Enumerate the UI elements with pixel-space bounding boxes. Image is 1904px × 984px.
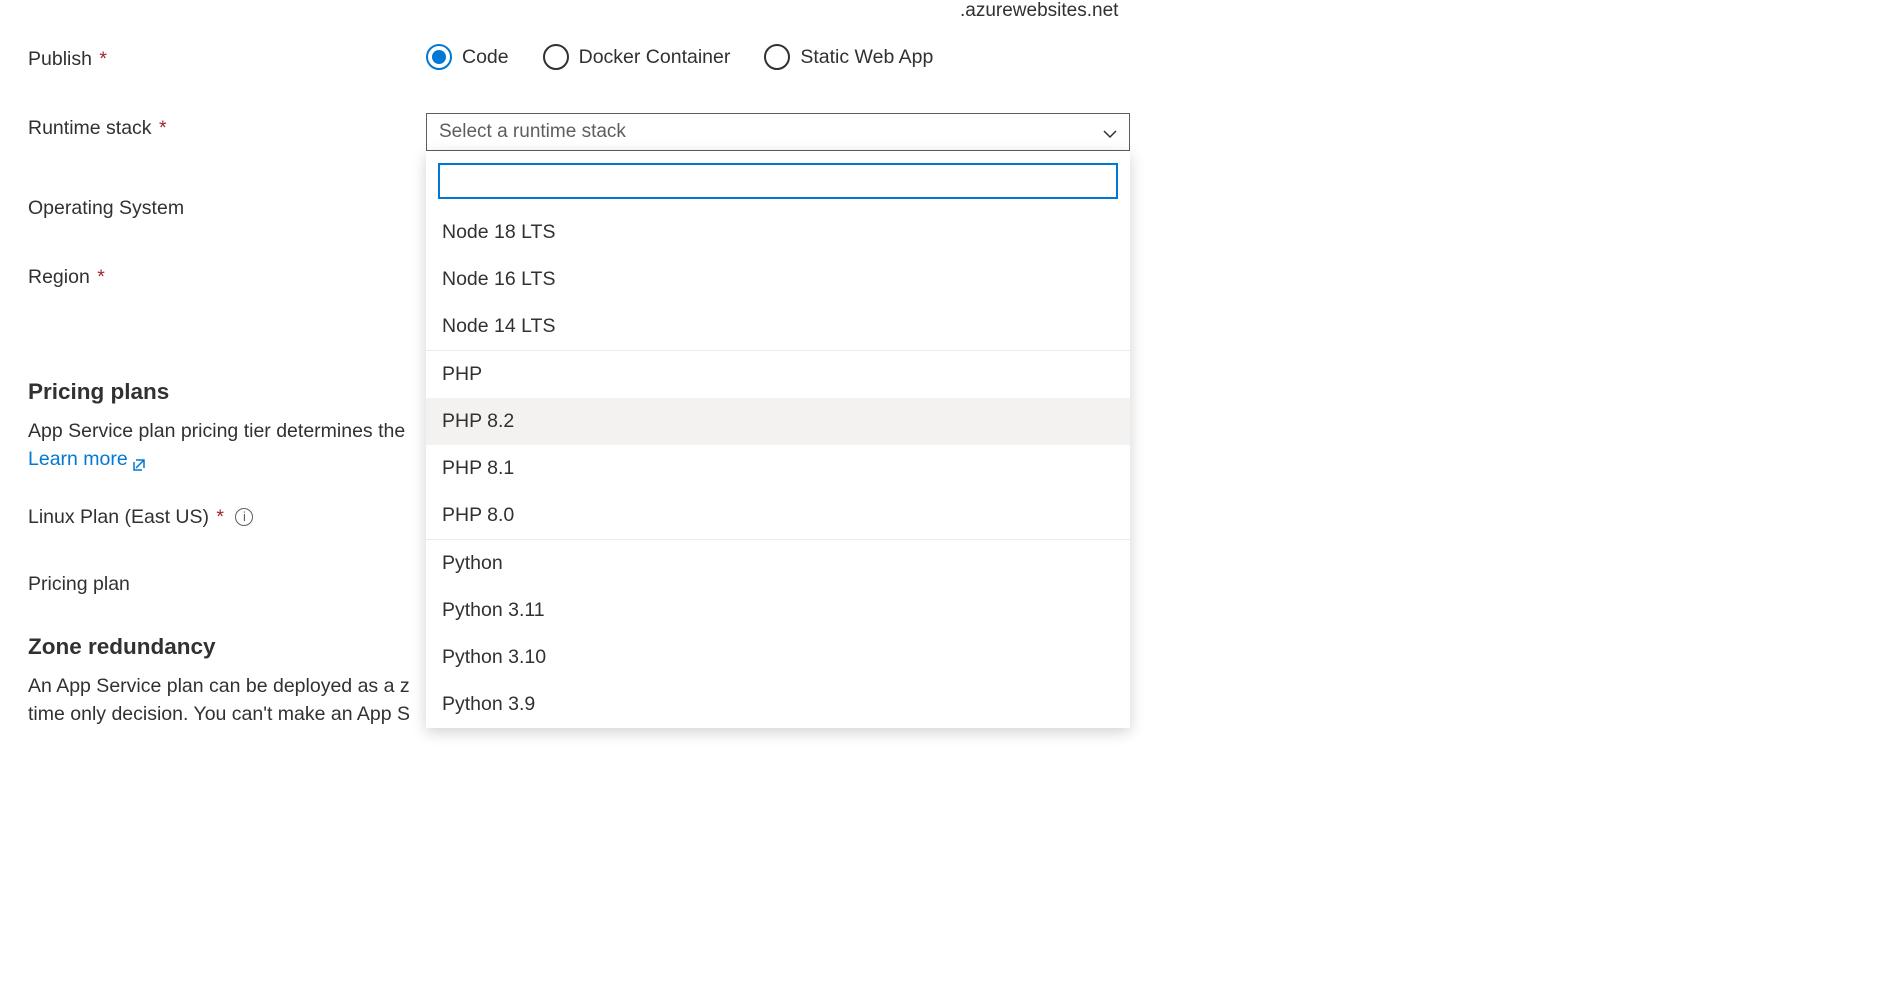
dropdown-option[interactable]: PHP 8.1 [426, 445, 1130, 492]
dropdown-option[interactable]: Node 16 LTS [426, 256, 1130, 303]
required-asterisk: * [97, 266, 105, 288]
required-asterisk: * [216, 506, 224, 528]
info-icon[interactable]: i [235, 508, 253, 526]
dropdown-list: Node 18 LTSNode 16 LTSNode 14 LTSPHPPHP … [426, 209, 1130, 728]
chevron-down-icon [1103, 125, 1117, 139]
radio-icon [426, 44, 452, 70]
runtime-stack-select[interactable]: Select a runtime stack [426, 113, 1130, 151]
dropdown-option[interactable]: Python 3.9 [426, 681, 1130, 728]
select-placeholder: Select a runtime stack [439, 121, 626, 143]
dropdown-option[interactable]: Python 3.11 [426, 587, 1130, 634]
publish-radio-group: Code Docker Container Static Web App [426, 44, 1528, 70]
publish-radio-docker[interactable]: Docker Container [543, 44, 731, 70]
operating-system-label: Operating System [28, 193, 426, 220]
required-asterisk: * [159, 117, 167, 139]
publish-label-text: Publish [28, 48, 92, 70]
pricing-description-text: App Service plan pricing tier determines… [28, 420, 405, 442]
radio-label: Static Web App [800, 46, 933, 69]
dropdown-group-header: Python [426, 539, 1130, 587]
runtime-stack-label: Runtime stack * [28, 113, 426, 140]
radio-label: Code [462, 46, 509, 69]
publish-row: Publish * Code Docker Container Static W… [28, 44, 1528, 71]
dropdown-group-header: PHP [426, 350, 1130, 398]
publish-radio-static[interactable]: Static Web App [764, 44, 933, 70]
dropdown-option[interactable]: Node 14 LTS [426, 303, 1130, 350]
radio-label: Docker Container [579, 46, 731, 69]
radio-icon [764, 44, 790, 70]
external-link-icon [132, 452, 146, 466]
runtime-stack-dropdown: Node 18 LTSNode 16 LTSNode 14 LTSPHPPHP … [426, 151, 1130, 728]
publish-label: Publish * [28, 44, 426, 71]
region-label-text: Region [28, 266, 90, 288]
publish-radio-code[interactable]: Code [426, 44, 509, 70]
domain-suffix: .azurewebsites.net [960, 0, 1118, 22]
dropdown-search-input[interactable] [440, 165, 1116, 197]
linux-plan-label-text: Linux Plan (East US) [28, 506, 209, 528]
region-label: Region * [28, 262, 426, 289]
dropdown-option[interactable]: PHP 8.0 [426, 492, 1130, 539]
pricing-plan-label-text: Pricing plan [28, 573, 130, 595]
learn-more-link[interactable]: Learn more [28, 445, 146, 473]
dropdown-option[interactable]: Python 3.10 [426, 634, 1130, 681]
linux-plan-label: Linux Plan (East US) * i [28, 502, 426, 529]
dropdown-option[interactable]: PHP 8.2 [426, 398, 1130, 445]
runtime-stack-label-text: Runtime stack [28, 117, 152, 139]
required-asterisk: * [99, 48, 107, 70]
radio-icon [543, 44, 569, 70]
pricing-plan-label: Pricing plan [28, 569, 426, 596]
dropdown-search-wrapper [438, 163, 1118, 199]
dropdown-option[interactable]: Node 18 LTS [426, 209, 1130, 256]
runtime-stack-row: Runtime stack * Select a runtime stack N… [28, 113, 1528, 151]
zone-desc-line2: time only decision. You can't make an Ap… [28, 703, 410, 725]
learn-more-text: Learn more [28, 445, 128, 473]
operating-system-label-text: Operating System [28, 197, 184, 219]
zone-desc-line1: An App Service plan can be deployed as a… [28, 675, 410, 697]
